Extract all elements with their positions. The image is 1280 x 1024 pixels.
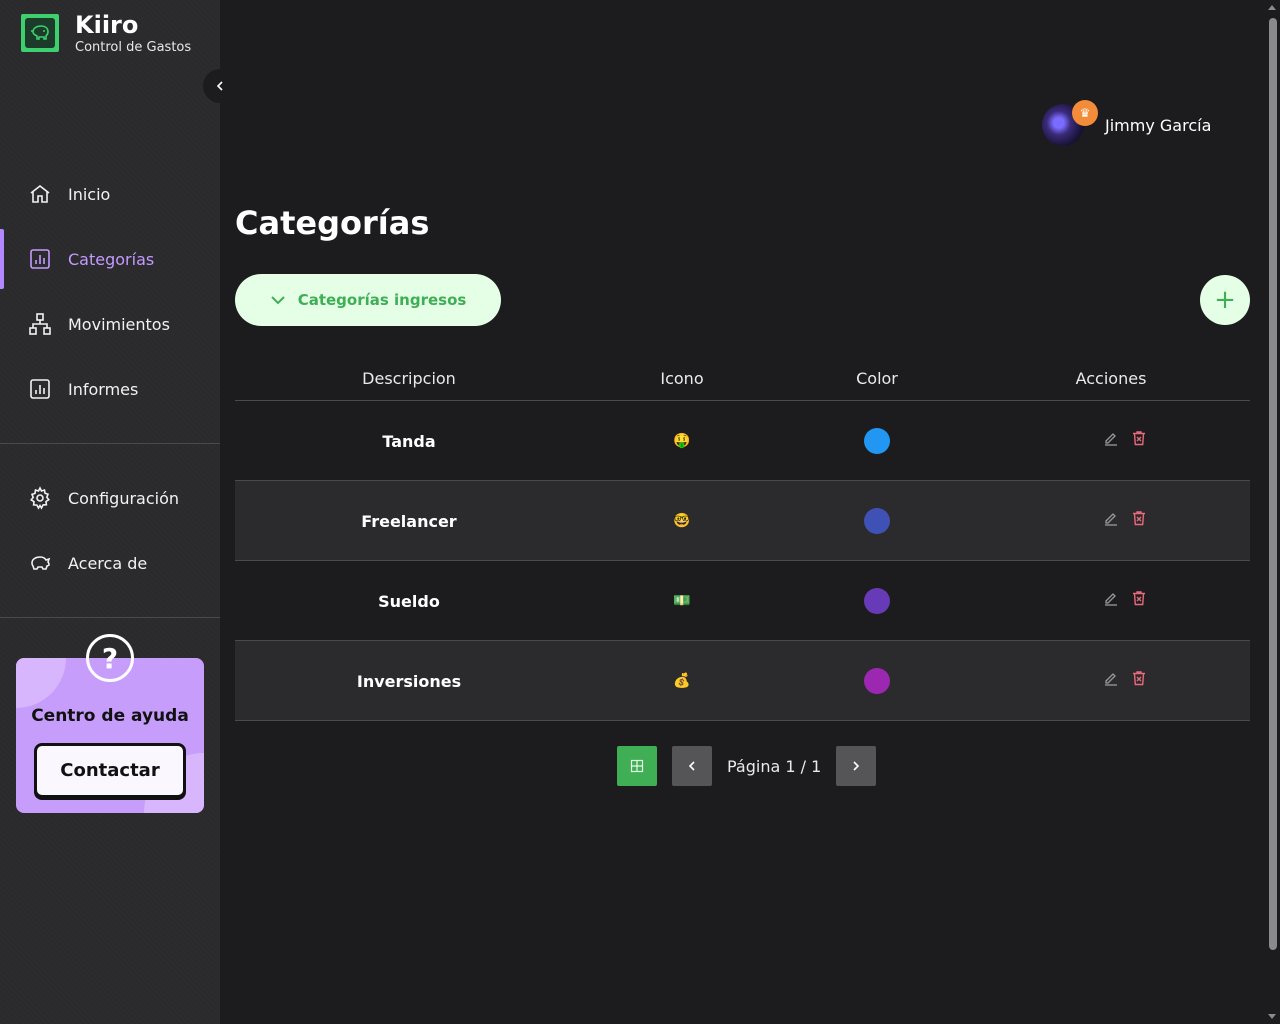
dropdown-label: Categorías ingresos (297, 291, 467, 309)
color-swatch (864, 668, 890, 694)
chevron-left-icon (688, 761, 695, 771)
piggy-bank-logo-icon (21, 14, 59, 52)
sidebar-item-label: Informes (68, 379, 139, 399)
header-icono: Icono (660, 369, 704, 388)
pencil-icon (1105, 433, 1117, 446)
delete-button[interactable] (1129, 588, 1149, 608)
category-description: Inversiones (356, 671, 462, 691)
category-emoji-icon: 💰 (673, 673, 691, 689)
category-color (847, 401, 907, 481)
edit-button[interactable] (1101, 428, 1121, 448)
table-row: Freelancer 🤓 (235, 481, 1250, 561)
sidebar-item-label: Inicio (68, 184, 111, 204)
scroll-down-icon[interactable] (1268, 1014, 1276, 1019)
help-center-card: ? Centro de ayuda Contactar (16, 634, 204, 813)
category-description: Sueldo (378, 591, 440, 611)
row-actions (1075, 401, 1175, 481)
contact-button[interactable]: Contactar (34, 743, 186, 798)
edit-button[interactable] (1101, 588, 1121, 608)
trash-icon (1133, 431, 1145, 446)
color-swatch (864, 508, 890, 534)
sidebar-item-label: Movimientos (68, 314, 170, 334)
previous-page-button[interactable] (672, 746, 712, 786)
color-swatch (864, 588, 890, 614)
user-name: Jimmy García (1105, 115, 1212, 135)
chevron-left-icon (216, 81, 223, 91)
sidebar-item-inicio[interactable]: Inicio (0, 164, 220, 224)
category-emoji-icon: 🤓 (673, 513, 691, 529)
category-type-dropdown[interactable]: Categorías ingresos (235, 274, 501, 326)
header-color: Color (856, 369, 898, 388)
chevron-down-icon (270, 294, 286, 306)
row-actions (1075, 481, 1175, 561)
row-actions (1075, 641, 1175, 721)
brand[interactable]: Kiiro Control de Gastos (21, 11, 192, 55)
chevron-right-icon (853, 761, 860, 771)
grid-view-button[interactable] (617, 746, 657, 786)
sidebar-item-configuracion[interactable]: Configuración (0, 468, 220, 528)
delete-button[interactable] (1129, 508, 1149, 528)
delete-button[interactable] (1129, 668, 1149, 688)
table-row: Tanda 🤑 (235, 401, 1250, 481)
category-color (847, 561, 907, 641)
brand-title: Kiiro (75, 11, 139, 39)
sidebar-item-informes[interactable]: Informes (0, 359, 220, 419)
category-emoji-icon: 🤑 (673, 433, 691, 449)
scrollbar[interactable] (1265, 0, 1280, 1024)
crown-icon: ♛ (1072, 100, 1098, 126)
sidebar-divider (0, 617, 220, 618)
color-swatch (864, 428, 890, 454)
page-title: Categorías (235, 204, 430, 242)
category-description: Tanda (382, 431, 436, 451)
hierarchy-icon (28, 312, 52, 336)
add-category-button[interactable]: + (1200, 275, 1250, 325)
pagination: Página 1 / 1 (617, 746, 877, 786)
avatar: ♛ (1042, 100, 1098, 146)
home-icon (28, 182, 52, 206)
category-color (847, 641, 907, 721)
category-description: Freelancer (361, 511, 457, 531)
edit-button[interactable] (1101, 508, 1121, 528)
trash-icon (1133, 591, 1145, 606)
piggy-icon (28, 551, 52, 575)
grid-icon (630, 759, 644, 773)
chart-icon (28, 247, 52, 271)
sidebar-item-categorias[interactable]: Categorías (0, 229, 220, 289)
table-header: Descripcion Icono Color Acciones (235, 356, 1250, 401)
pencil-icon (1105, 593, 1117, 606)
delete-button[interactable] (1129, 428, 1149, 448)
card-decoration (16, 658, 66, 708)
sidebar-item-movimientos[interactable]: Movimientos (0, 294, 220, 354)
report-icon (28, 377, 52, 401)
edit-button[interactable] (1101, 668, 1121, 688)
sidebar-item-label: Configuración (68, 488, 180, 508)
categories-table: Descripcion Icono Color Acciones Tanda 🤑 F… (235, 356, 1250, 721)
next-page-button[interactable] (836, 746, 877, 786)
category-color (847, 481, 907, 561)
user-profile[interactable]: ♛ Jimmy García (1042, 100, 1212, 146)
scroll-up-icon[interactable] (1268, 5, 1276, 10)
trash-icon (1133, 671, 1145, 686)
category-emoji-icon: 💵 (673, 593, 691, 609)
brand-subtitle: Control de Gastos (75, 40, 192, 55)
question-icon: ? (86, 634, 134, 682)
table-row: Sueldo 💵 (235, 561, 1250, 641)
sidebar: Kiiro Control de Gastos Inicio Categoría… (0, 0, 220, 1024)
gear-icon (28, 486, 52, 510)
scrollbar-thumb[interactable] (1269, 18, 1277, 950)
sidebar-divider (0, 443, 220, 444)
page-indicator: Página 1 / 1 (727, 756, 822, 776)
row-actions (1075, 561, 1175, 641)
collapse-sidebar-button[interactable] (203, 69, 237, 103)
help-title: Centro de ayuda (31, 706, 189, 726)
pencil-icon (1105, 673, 1117, 686)
table-row: Inversiones 💰 (235, 641, 1250, 721)
header-descripcion: Descripcion (362, 369, 456, 388)
trash-icon (1133, 511, 1145, 526)
pencil-icon (1105, 513, 1117, 526)
sidebar-item-label: Categorías (68, 249, 155, 269)
sidebar-item-label: Acerca de (68, 553, 148, 573)
sidebar-item-acerca-de[interactable]: Acerca de (0, 533, 220, 593)
header-acciones: Acciones (1075, 369, 1147, 388)
